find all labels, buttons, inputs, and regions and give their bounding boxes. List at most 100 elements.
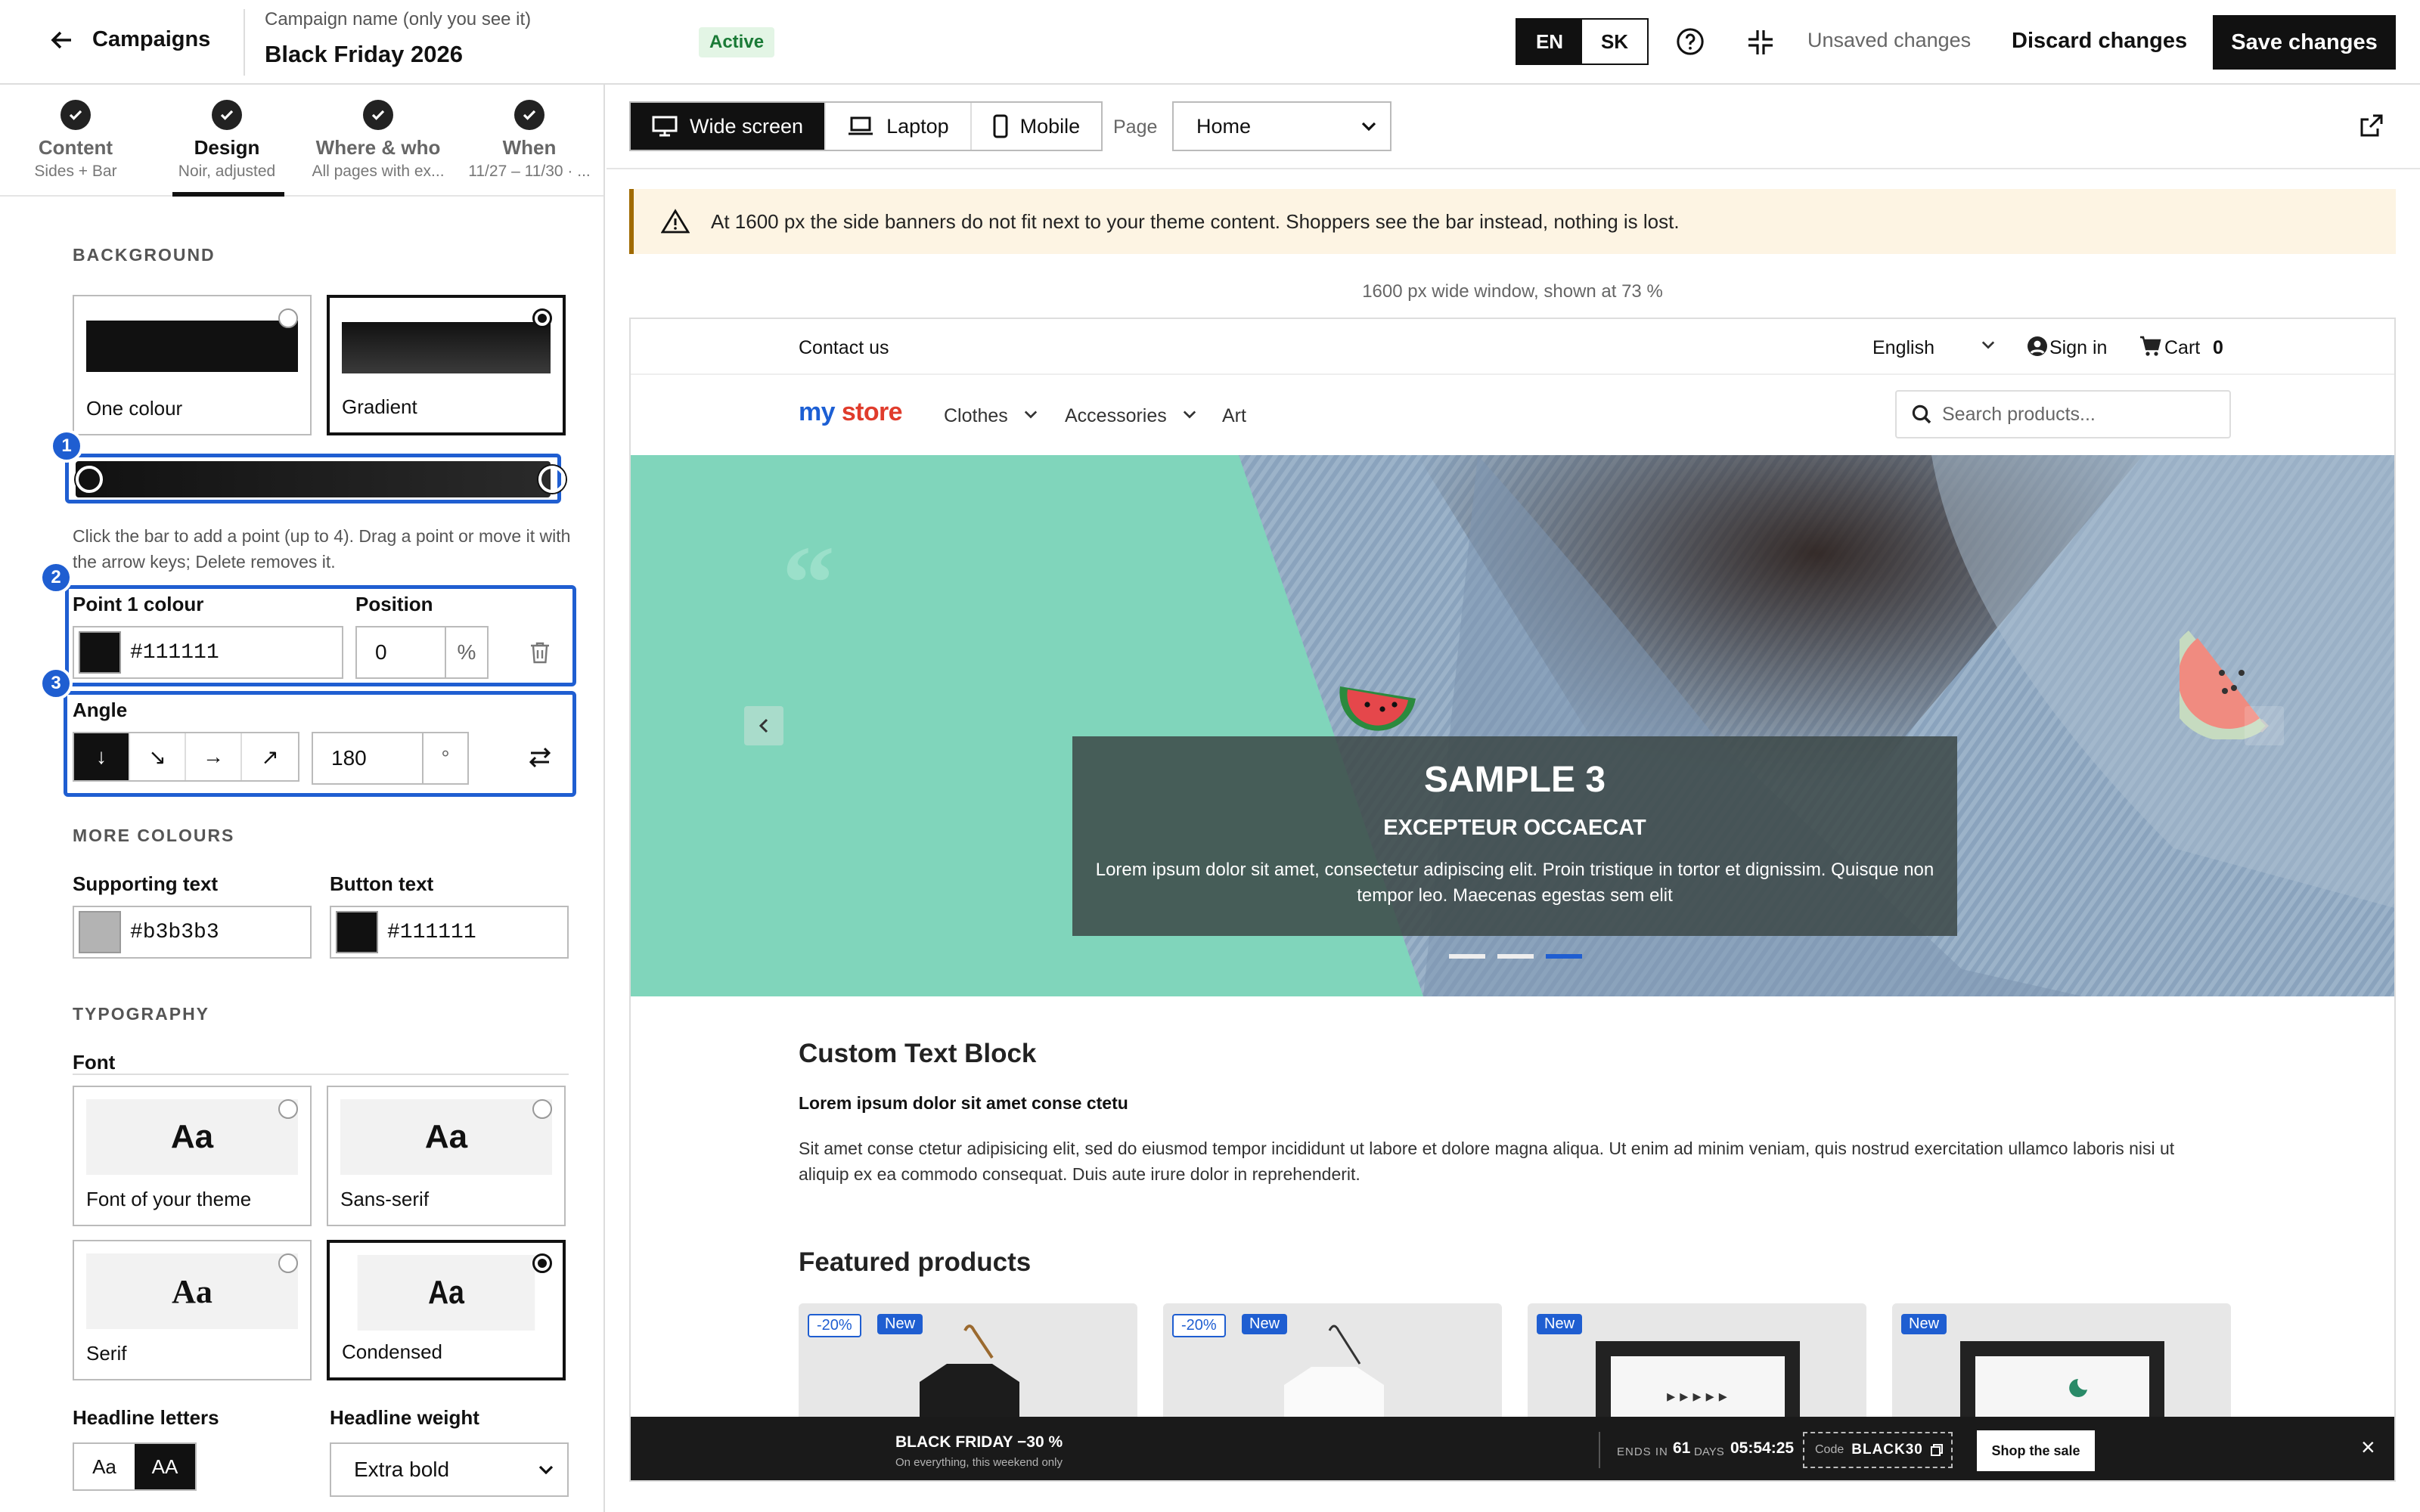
slider-next-button[interactable] (2245, 706, 2284, 745)
slide-text: Lorem ipsum dolor sit amet, consectetur … (1095, 860, 1934, 906)
step-title: Where & who (315, 136, 441, 159)
color-chip[interactable] (336, 911, 378, 953)
close-bar-button[interactable]: × (2361, 1433, 2375, 1461)
new-badge: New (1901, 1314, 1947, 1334)
slider-dot-active[interactable] (1546, 954, 1582, 959)
swap-direction-icon[interactable] (528, 745, 552, 770)
gradient-bar[interactable] (76, 461, 551, 497)
divider (607, 168, 2420, 169)
button-text-colour-field[interactable]: #111111 (330, 906, 569, 959)
product-card[interactable]: -20% New (1163, 1303, 1502, 1424)
font-option-theme[interactable]: Aa Font of your theme (73, 1086, 312, 1226)
discard-changes-button[interactable]: Discard changes (2012, 29, 2187, 54)
background-option-one-colour[interactable]: One colour (73, 295, 312, 435)
slide-title: SAMPLE 3 (1423, 760, 1606, 800)
gradient-point-handle-2[interactable] (538, 466, 566, 493)
language-en-button[interactable]: EN (1517, 20, 1582, 64)
supporting-text-colour-field[interactable]: #b3b3b3 (73, 906, 312, 959)
position-label: Position (355, 593, 433, 615)
font-option-label: Condensed (342, 1340, 442, 1363)
step-tab-design[interactable]: Design Noir, adjusted (151, 100, 302, 181)
headline-letters-uppercase-button[interactable]: AA (135, 1444, 195, 1489)
font-option-condensed[interactable]: Aa Condensed (327, 1240, 566, 1380)
slider-dot[interactable] (1497, 954, 1534, 959)
chevron-left-icon (759, 718, 769, 733)
watermelon-pin-left (1339, 686, 1416, 731)
gradient-point-handle-1[interactable] (76, 466, 103, 493)
product-card[interactable]: New ▸ ▸ ▸ ▸ ▸ (1528, 1303, 1866, 1424)
framed-poster-image: ▸ ▸ ▸ ▸ ▸ (1596, 1341, 1800, 1424)
step-subtitle: Sides + Bar (34, 163, 117, 180)
color-chip[interactable] (79, 911, 121, 953)
back-to-campaigns-link[interactable]: Campaigns (50, 27, 210, 52)
step-tab-when[interactable]: When 11/27 – 11/30 · ... (454, 100, 603, 181)
status-badge: Active (699, 27, 775, 57)
copy-icon[interactable] (1930, 1444, 1943, 1456)
language-switch: EN SK (1516, 18, 1649, 65)
step-title: When (502, 136, 557, 159)
save-changes-button[interactable]: Save changes (2213, 15, 2396, 70)
cart-count: 0 (2213, 337, 2223, 358)
device-wide-screen-button[interactable]: Wide screen (631, 103, 827, 150)
collapse-icon[interactable] (1747, 29, 1774, 56)
product-card[interactable]: -20% New (799, 1303, 1137, 1424)
store-search-input[interactable]: Search products... (1895, 390, 2231, 438)
nav-art[interactable]: Art (1222, 405, 1246, 427)
active-step-indicator (172, 192, 284, 197)
slider-prev-button[interactable] (744, 706, 783, 745)
device-label: Wide screen (690, 114, 804, 138)
top-bar: Campaigns Campaign name (only you see it… (0, 0, 2420, 85)
laptop-icon (847, 116, 874, 136)
language-sk-button[interactable]: SK (1582, 20, 1647, 64)
radio-icon (278, 308, 298, 328)
angle-unit: ° (422, 733, 467, 783)
background-option-gradient[interactable]: Gradient (327, 295, 566, 435)
headline-weight-select[interactable]: Extra bold (330, 1442, 569, 1497)
open-external-icon[interactable] (2360, 113, 2384, 138)
discount-badge: -20% (808, 1314, 861, 1337)
font-option-label: Font of your theme (86, 1188, 252, 1210)
gradient-help-text: Click the bar to add a point (up to 4). … (73, 526, 571, 572)
one-colour-swatch (86, 321, 298, 372)
position-field[interactable]: 0 % (355, 626, 489, 679)
cart-link[interactable]: Cart (2164, 337, 2200, 359)
slider-dot[interactable] (1449, 954, 1485, 959)
help-icon[interactable] (1676, 27, 1705, 56)
font-preview: Aa (340, 1099, 552, 1175)
annotation-marker-1: 1 (50, 429, 83, 463)
sale-bar-title: BLACK FRIDAY −30 % (895, 1433, 1063, 1451)
campaign-name-input[interactable]: Black Friday 2026 (265, 41, 463, 68)
angle-right-button[interactable]: → (186, 733, 242, 780)
product-card[interactable]: New (1892, 1303, 2231, 1424)
page-select[interactable]: Home (1172, 101, 1392, 151)
font-option-serif[interactable]: Aa Serif (73, 1240, 312, 1380)
font-option-sans-serif[interactable]: Aa Sans-serif (327, 1086, 566, 1226)
step-tab-where-who[interactable]: Where & who All pages with ex... (302, 100, 454, 181)
headline-letters-toggle: Aa AA (73, 1442, 197, 1491)
device-mobile-button[interactable]: Mobile (972, 103, 1102, 150)
shop-the-sale-button[interactable]: Shop the sale (1977, 1430, 2095, 1471)
device-laptop-button[interactable]: Laptop (826, 103, 972, 150)
store-logo[interactable]: my store (799, 398, 903, 427)
device-label: Mobile (1019, 114, 1081, 138)
step-title: Design (194, 136, 260, 159)
position-unit: % (445, 627, 487, 677)
nav-accessories[interactable]: Accessories (1065, 405, 1167, 427)
sign-in-link[interactable]: Sign in (2049, 337, 2107, 359)
trash-icon[interactable] (529, 641, 551, 664)
angle-down-right-button[interactable]: ↘ (130, 733, 186, 780)
angle-up-right-button[interactable]: ↗ (242, 733, 298, 780)
black-tshirt-image (920, 1325, 1019, 1424)
nav-clothes[interactable]: Clothes (944, 405, 1008, 427)
discount-code-box[interactable]: Code BLACK30 (1803, 1432, 1953, 1468)
angle-field[interactable]: 180 ° (312, 732, 469, 785)
color-chip[interactable] (79, 631, 121, 674)
contact-us-link[interactable]: Contact us (799, 337, 889, 359)
monitor-icon (652, 116, 678, 137)
point-colour-field[interactable]: #111111 (73, 626, 343, 679)
radio-icon (278, 1253, 298, 1273)
step-tab-content[interactable]: Content Sides + Bar (0, 100, 151, 181)
headline-letters-normal-button[interactable]: Aa (74, 1444, 135, 1489)
angle-down-button[interactable]: ↓ (74, 733, 130, 780)
store-language-select[interactable]: English (1872, 337, 1934, 359)
